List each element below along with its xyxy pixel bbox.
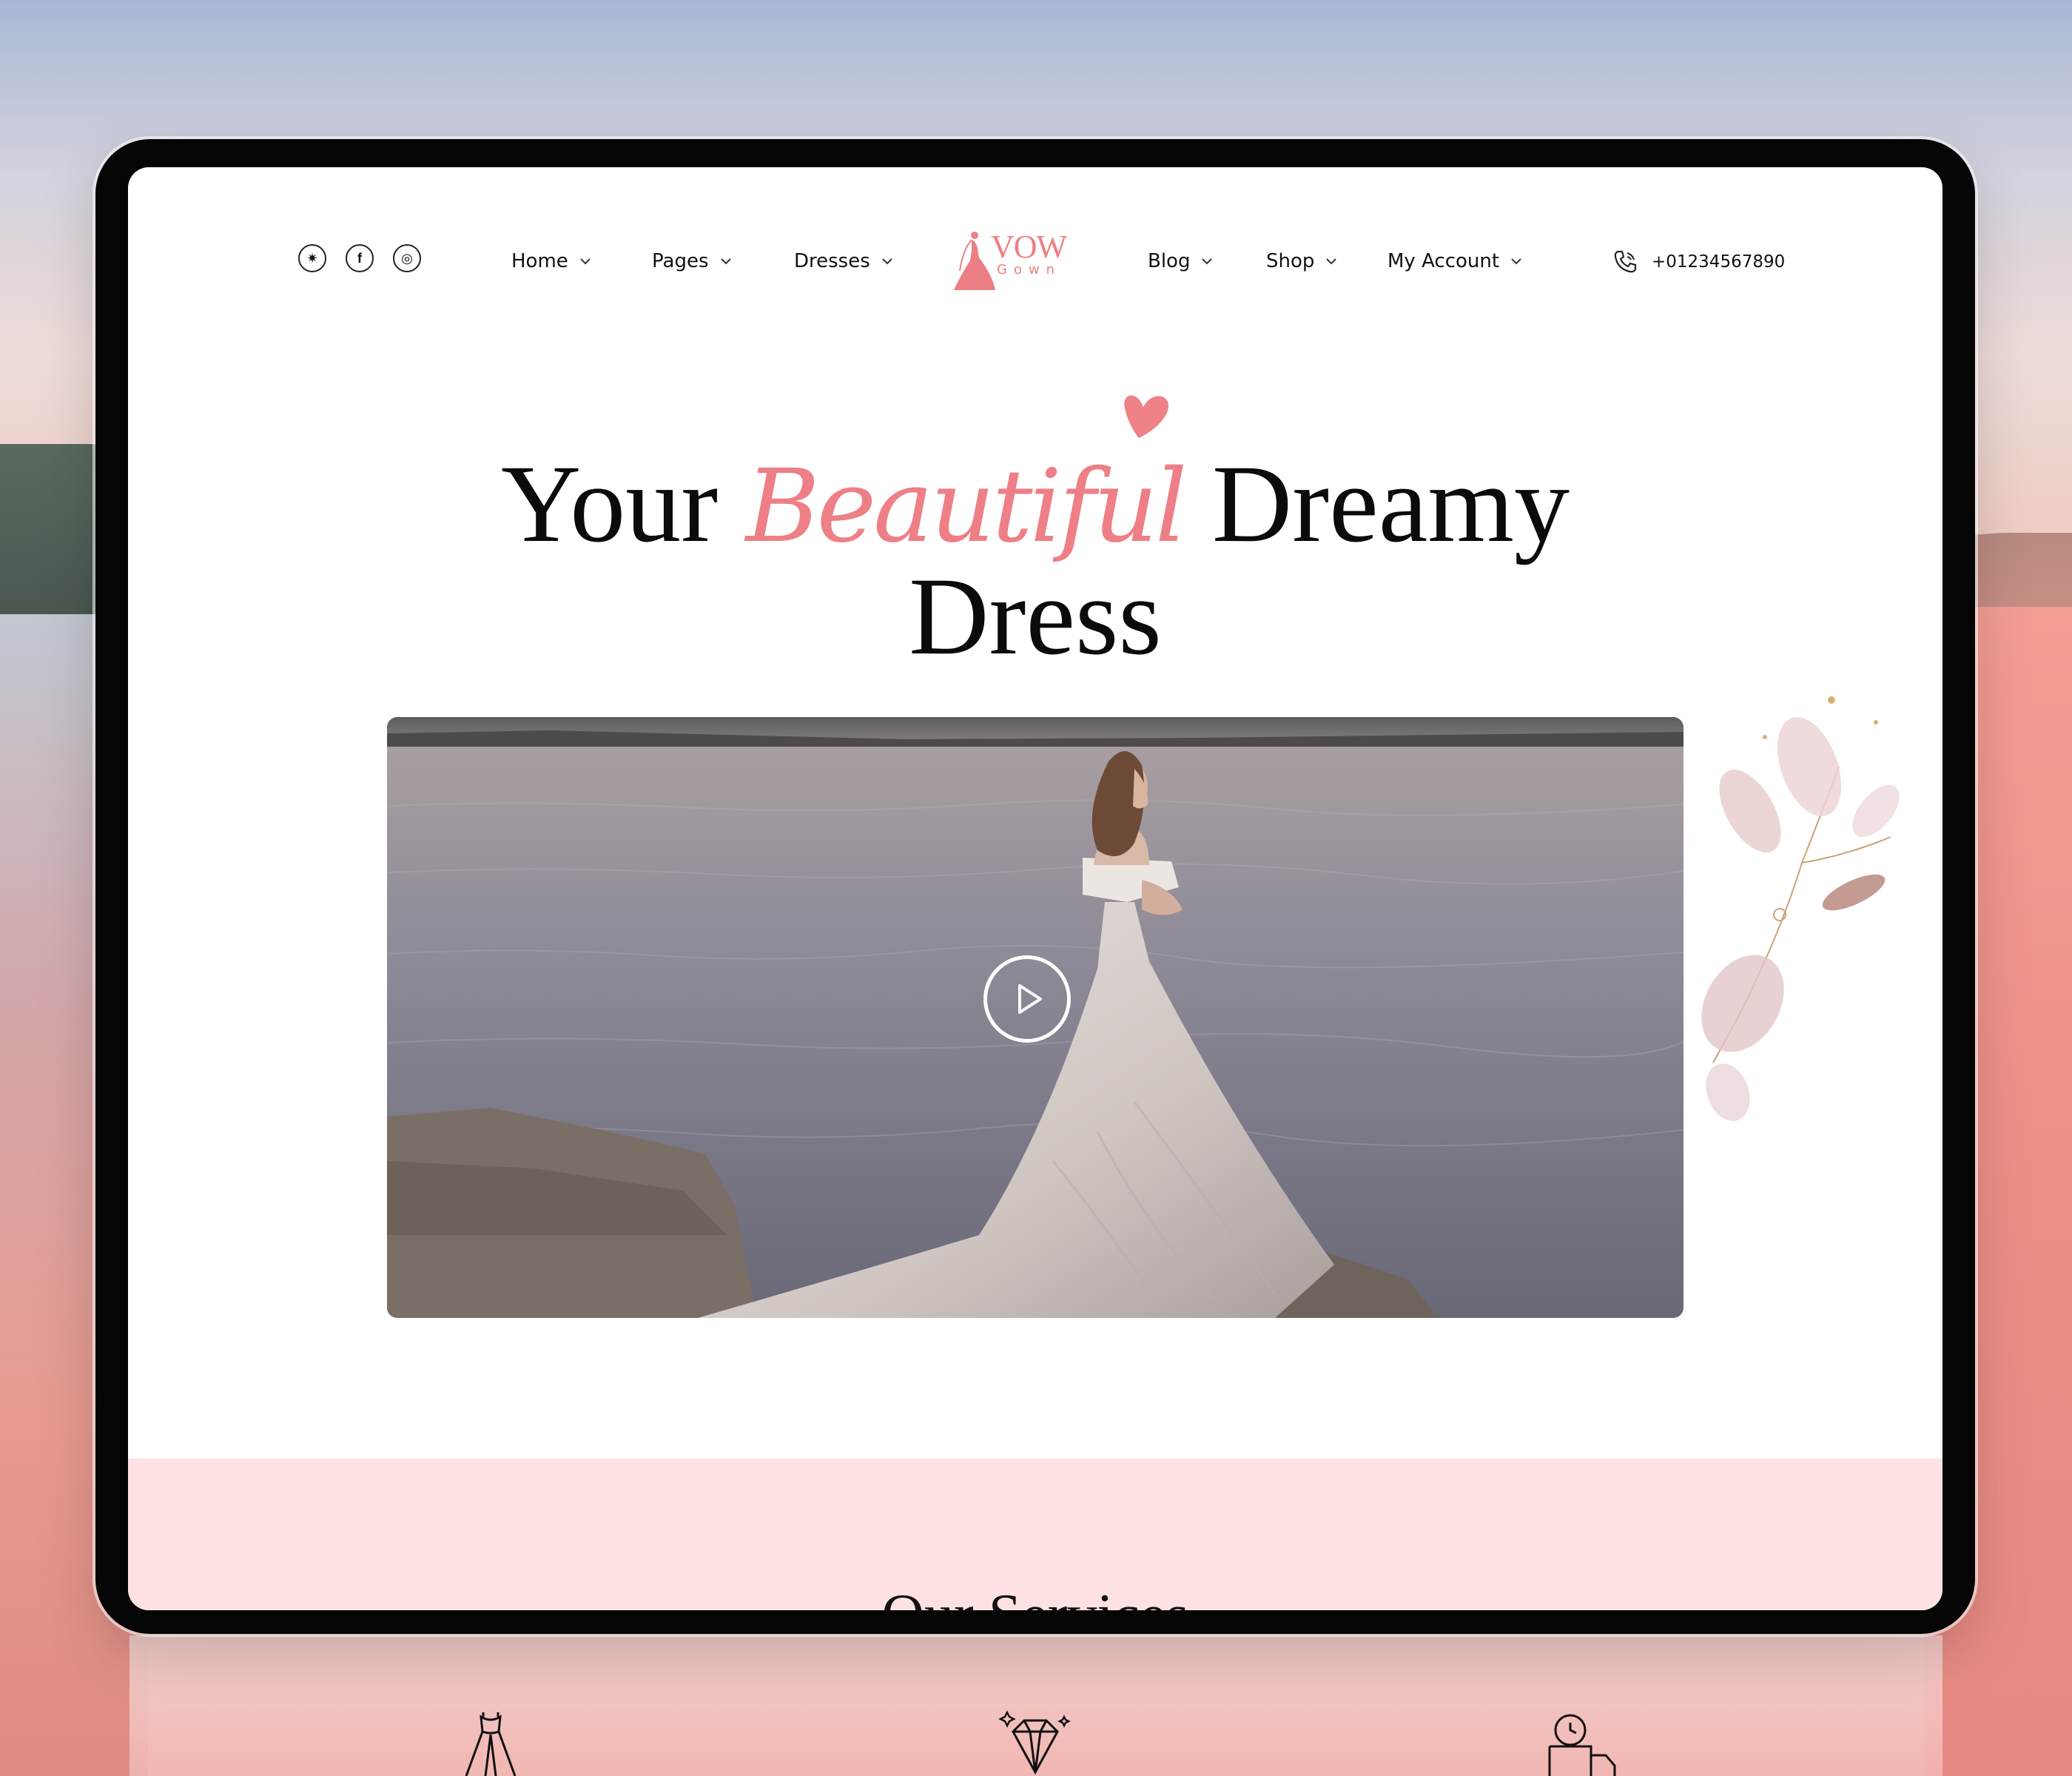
nav-item-label: Shop	[1266, 250, 1315, 272]
nav-item-label: Home	[511, 250, 568, 272]
play-button[interactable]	[983, 955, 1071, 1043]
nav-item-dresses[interactable]: Dresses	[794, 250, 894, 272]
chevron-down-icon	[1202, 258, 1213, 265]
twitter-glyph: ✷	[306, 250, 318, 266]
hero-title-accent: Beautiful	[745, 448, 1188, 565]
nav-item-blog[interactable]: Blog	[1148, 250, 1214, 272]
services-section: Our Services	[128, 1459, 1942, 1610]
browser-screen: ✷ f ◎ Home Pages Dresses VOW Gown Blog S…	[128, 167, 1942, 1610]
play-icon	[1018, 984, 1042, 1014]
delivery-truck-icon	[1548, 1714, 1616, 1776]
nav-item-home[interactable]: Home	[511, 250, 592, 272]
nav-item-my-account[interactable]: My Account	[1388, 250, 1523, 272]
nav-item-label: Dresses	[794, 250, 870, 272]
phone-contact[interactable]: +01234567890	[1612, 249, 1785, 275]
logo-text-vow: VOW	[991, 229, 1067, 265]
diamond-icon	[998, 1710, 1071, 1775]
facebook-glyph: f	[357, 250, 362, 266]
hero-title-line2: Dress	[909, 555, 1162, 678]
logo-text-gown: Gown	[997, 262, 1062, 278]
nav-item-pages[interactable]: Pages	[652, 250, 733, 272]
hero-video[interactable]	[387, 717, 1684, 1318]
services-title: Our Services	[128, 1586, 1942, 1610]
phone-number: +01234567890	[1652, 252, 1786, 272]
nav-item-label: Blog	[1148, 250, 1191, 272]
tablet-device-frame: ✷ f ◎ Home Pages Dresses VOW Gown Blog S…	[95, 139, 1975, 1634]
site-header: ✷ f ◎ Home Pages Dresses VOW Gown Blog S…	[128, 167, 1942, 300]
heart-icon	[1124, 395, 1168, 438]
dress-icon	[465, 1712, 517, 1776]
facebook-icon[interactable]: f	[346, 244, 374, 272]
nav-item-label: Pages	[652, 250, 709, 272]
chevron-down-icon	[1511, 258, 1521, 265]
chevron-down-icon	[882, 258, 892, 265]
chevron-down-icon	[580, 258, 591, 265]
bride-silhouette-icon	[954, 232, 995, 290]
hero-title-line1: Your Beautiful Dreamy	[128, 448, 1942, 559]
twitter-icon[interactable]: ✷	[298, 244, 326, 272]
hero-title-part1: Your	[500, 443, 746, 565]
chevron-down-icon	[1326, 258, 1337, 265]
instagram-icon[interactable]: ◎	[393, 244, 421, 272]
hero-title-part2: Dreamy	[1184, 443, 1570, 565]
instagram-glyph: ◎	[401, 250, 413, 266]
floral-decoration	[1701, 696, 1900, 1121]
site-logo[interactable]: VOW Gown	[949, 228, 1075, 295]
phone-icon	[1614, 250, 1637, 273]
nav-item-shop[interactable]: Shop	[1266, 250, 1338, 272]
chevron-down-icon	[720, 258, 731, 265]
nav-item-label: My Account	[1388, 250, 1500, 272]
